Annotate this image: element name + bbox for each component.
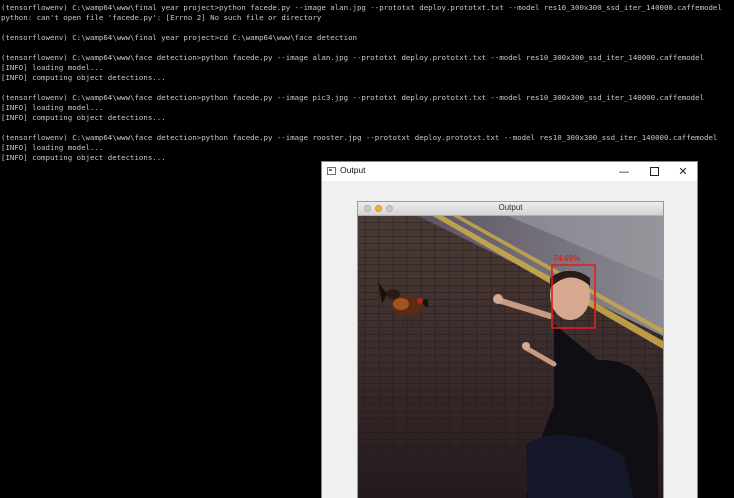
terminal-line: (tensorflowenv) C:\wamp64\www\final year… — [1, 3, 722, 12]
close-button[interactable]: ✕ — [668, 162, 697, 181]
app-window-icon — [327, 167, 336, 175]
image-preview-window[interactable]: Output 74.69% — [357, 201, 664, 498]
terminal-line: [INFO] computing object detections... — [1, 113, 166, 122]
output-window[interactable]: Output — ✕ Output 74.69% — [321, 161, 698, 498]
minimize-button[interactable]: — — [609, 162, 639, 181]
preview-titlebar[interactable]: Output — [358, 202, 663, 216]
terminal-line: (tensorflowenv) C:\wamp64\www\face detec… — [1, 133, 718, 142]
detection-result-image: 74.69% — [358, 216, 663, 498]
window-title: Output — [340, 165, 366, 175]
terminal-line: [INFO] loading model... — [1, 143, 104, 152]
terminal-line: (tensorflowenv) C:\wamp64\www\final year… — [1, 33, 357, 42]
terminal-line: (tensorflowenv) C:\wamp64\www\face detec… — [1, 53, 705, 62]
terminal-line: [INFO] loading model... — [1, 63, 104, 72]
terminal-line: python: can't open file 'facede.py': [Er… — [1, 13, 322, 22]
terminal-line: [INFO] loading model... — [1, 103, 104, 112]
output-window-titlebar[interactable]: Output — ✕ — [322, 162, 697, 181]
preview-title: Output — [498, 203, 523, 212]
terminal-line: [INFO] computing object detections... — [1, 73, 166, 82]
terminal-line: (tensorflowenv) C:\wamp64\www\face detec… — [1, 93, 705, 102]
maximize-button[interactable] — [639, 162, 669, 181]
maximize-icon — [649, 166, 659, 176]
detection-confidence-label: 74.69% — [553, 254, 580, 263]
